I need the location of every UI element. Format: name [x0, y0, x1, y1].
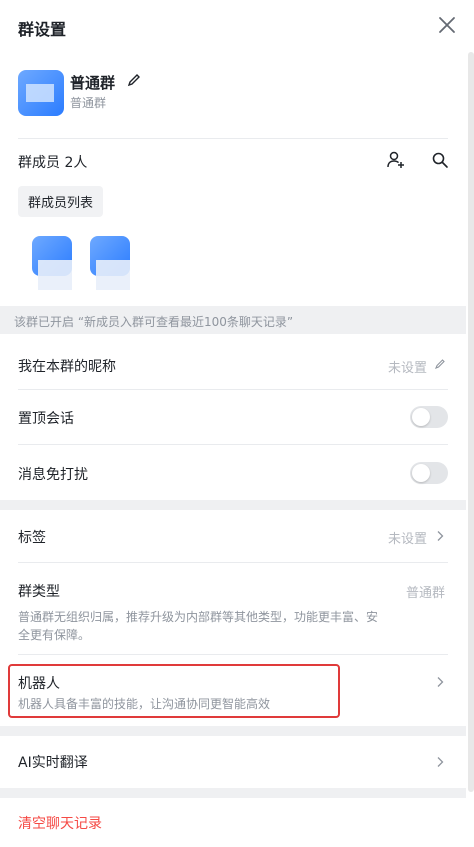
divider — [18, 562, 448, 563]
chevron-right-icon — [437, 531, 444, 541]
group-type-desc-line: 全更有保障。 — [18, 628, 91, 642]
header: 群设置 — [0, 0, 466, 52]
tags-value: 未设置 — [388, 532, 428, 547]
section-gap — [0, 500, 466, 510]
mute-row: 消息免打扰 — [18, 460, 448, 490]
divider — [18, 389, 448, 390]
member-list-button[interactable]: 群成员列表 — [18, 186, 104, 217]
divider — [18, 444, 448, 445]
history-notice: 该群已开启 “新成员入群可查看最近100条聊天记录” — [0, 306, 466, 334]
group-type-desc-line: 普通群无组织归属，推荐升级为内部群等其他类型，功能更丰富、安 — [18, 610, 379, 624]
group-name: 普通群 — [70, 74, 116, 92]
group-settings-panel: 群设置 普通群 普通群 群成员 2人 群成员列表 该群已开启 “新成员入群可查看… — [0, 0, 466, 847]
group-subtitle: 普通群 — [70, 96, 107, 110]
notice-text: 该群已开启 “新成员入群可查看最近100条聊天记录” — [14, 315, 294, 329]
mute-label: 消息免打扰 — [18, 467, 88, 483]
chevron-right-icon — [437, 677, 444, 687]
divider — [18, 654, 448, 655]
clear-history-button[interactable]: 清空聊天记录 — [18, 813, 102, 833]
search-icon[interactable] — [430, 150, 450, 170]
highlight-box — [8, 664, 340, 718]
chevron-right-icon — [437, 757, 444, 767]
pin-row: 置顶会话 — [18, 404, 448, 434]
close-icon[interactable] — [434, 12, 460, 38]
page-title: 群设置 — [18, 20, 67, 39]
mute-toggle[interactable] — [410, 462, 448, 484]
group-type-desc: 普通群无组织归属，推荐升级为内部群等其他类型，功能更丰富、安 全更有保障。 — [18, 608, 390, 644]
add-member-icon[interactable] — [386, 150, 406, 170]
members-header: 群成员 2人 — [18, 150, 448, 174]
edit-name-icon[interactable] — [126, 72, 142, 88]
group-type-row[interactable]: 群类型 普通群 普通群无组织归属，推荐升级为内部群等其他类型，功能更丰富、安 全… — [18, 578, 448, 646]
divider — [18, 138, 448, 139]
member-avatar[interactable] — [90, 236, 130, 290]
section-gap — [0, 788, 466, 798]
scrollbar[interactable] — [468, 52, 474, 792]
pin-toggle[interactable] — [410, 406, 448, 428]
nickname-label: 我在本群的昵称 — [18, 359, 116, 375]
ai-translate-label: AI实时翻译 — [18, 755, 88, 771]
section-gap — [0, 726, 466, 736]
group-avatar[interactable] — [18, 70, 64, 116]
nickname-value: 未设置 — [388, 361, 428, 376]
nickname-row[interactable]: 我在本群的昵称 未设置 — [18, 352, 448, 388]
group-type-value: 普通群 — [406, 586, 446, 601]
pin-label: 置顶会话 — [18, 411, 74, 427]
group-type-label: 群类型 — [18, 584, 60, 600]
tags-label: 标签 — [18, 530, 46, 546]
member-avatar[interactable] — [32, 236, 72, 290]
ai-translate-row[interactable]: AI实时翻译 — [18, 750, 448, 776]
group-profile: 普通群 普通群 — [0, 58, 466, 138]
tags-row[interactable]: 标签 未设置 — [18, 524, 448, 552]
members-title: 群成员 2人 — [18, 155, 88, 171]
edit-icon[interactable] — [434, 358, 446, 370]
